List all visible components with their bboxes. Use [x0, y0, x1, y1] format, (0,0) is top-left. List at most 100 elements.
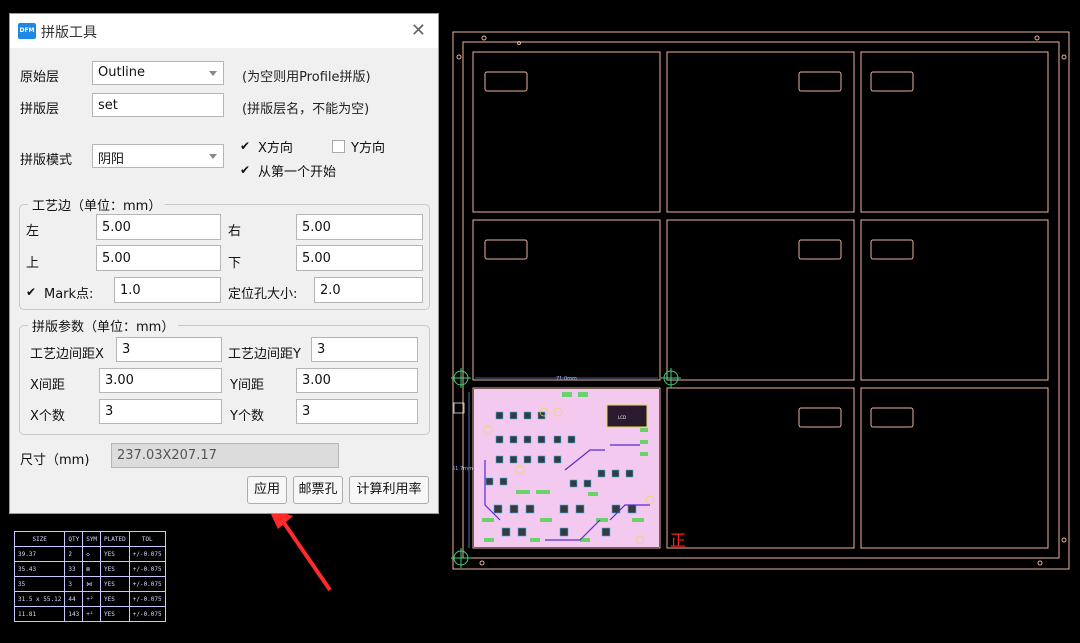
from-first-label: 从第一个开始 — [258, 165, 337, 180]
table-cell: YES — [100, 576, 130, 592]
hole-size-label: 定位孔大小: — [228, 287, 298, 302]
edge-x-label: 工艺边间距X — [30, 347, 104, 362]
mark-size-input[interactable] — [114, 277, 221, 303]
table-cell: YES — [100, 606, 130, 622]
x-direction-label: X方向 — [258, 141, 293, 156]
x-count-input[interactable] — [99, 399, 222, 424]
panel-layer-input[interactable] — [92, 93, 224, 117]
y-gap-input[interactable] — [296, 368, 418, 393]
right-margin-label: 右 — [228, 224, 242, 239]
table-row: 35.43 33 ⊠ YES +/-0.075 — [13, 561, 166, 577]
checkbox-checked-icon — [26, 285, 38, 299]
table-cell: 11.81 — [13, 606, 66, 622]
left-margin-input[interactable] — [96, 214, 221, 240]
panel-params-title: 拼版参数（单位：mm） — [28, 316, 179, 335]
table-header-cell: TOL — [128, 531, 166, 547]
title-bar[interactable]: DFM 拼版工具 ✕ — [10, 14, 438, 48]
edge-y-label: 工艺边间距Y — [228, 347, 301, 362]
mode-label: 拼版模式 — [20, 153, 73, 168]
mark-checkbox[interactable]: Mark点: — [26, 283, 93, 302]
hole-size-input[interactable] — [314, 277, 423, 303]
edge-x-input[interactable] — [116, 337, 222, 362]
table-cell: 31.5 x 55.12 — [13, 591, 66, 607]
table-cell: 33 — [64, 561, 84, 577]
x-count-label: X个数 — [30, 409, 65, 424]
populated-board: LCD — [474, 389, 659, 547]
mode-select[interactable]: 阴阳 — [92, 144, 224, 168]
right-margin-input[interactable] — [296, 214, 423, 240]
margin-group-title: 工艺边（单位：mm） — [28, 195, 166, 214]
table-cell: 3 — [64, 576, 84, 592]
size-field — [111, 443, 339, 468]
stamp-hole-button[interactable]: 邮票孔 — [293, 476, 343, 504]
table-header-cell: SIZE — [13, 531, 66, 547]
table-cell: 35 — [13, 576, 66, 592]
drill-table: SIZE QTY SYM PLATED TOL 39.37 2 ◇ YES +/-0.0… — [13, 531, 166, 622]
from-first-checkbox[interactable]: 从第一个开始 — [240, 161, 336, 180]
table-cell: +/-0.075 — [128, 591, 166, 607]
chevron-down-icon — [209, 71, 217, 76]
y-gap-label: Y间距 — [230, 378, 264, 393]
table-cell: +/-0.075 — [128, 606, 166, 622]
apply-button[interactable]: 应用 — [247, 476, 287, 504]
x-gap-input[interactable] — [99, 368, 222, 393]
close-icon[interactable]: ✕ — [411, 20, 426, 41]
svg-text:71.0mm: 71.0mm — [556, 376, 577, 382]
panelize-dialog: DFM 拼版工具 ✕ 原始层 Outline (为空则用Profile拼版) 拼… — [9, 13, 439, 514]
y-count-label: Y个数 — [230, 409, 264, 424]
table-cell: 44 — [64, 591, 84, 607]
table-cell: 35.43 — [13, 561, 66, 577]
table-cell: +/-0.075 — [128, 576, 166, 592]
table-cell: 39.37 — [13, 546, 66, 562]
y-count-input[interactable] — [296, 399, 418, 424]
table-cell: +² — [82, 591, 102, 607]
x-gap-label: X间距 — [30, 378, 65, 393]
table-cell: YES — [100, 591, 130, 607]
table-cell: YES — [100, 561, 130, 577]
checkbox-checked-icon — [240, 139, 252, 153]
table-row: 35 3 ⋈ YES +/-0.075 — [13, 576, 166, 592]
pointer-arrow — [268, 508, 332, 592]
size-label: 尺寸（mm) — [20, 453, 90, 468]
bottom-margin-label: 下 — [228, 256, 242, 271]
source-layer-label: 原始层 — [20, 70, 60, 85]
table-header-cell: SYM — [82, 531, 102, 547]
top-margin-input[interactable] — [96, 245, 221, 271]
app-logo-icon: DFM — [18, 23, 36, 39]
table-cell: ⊠ — [82, 561, 102, 577]
drill-table-header: SIZE QTY SYM PLATED TOL — [13, 531, 166, 547]
source-layer-hint: (为空则用Profile拼版) — [242, 70, 371, 85]
source-layer-value: Outline — [98, 65, 146, 80]
table-header-cell: PLATED — [100, 531, 130, 547]
checkbox-checked-icon — [240, 163, 252, 177]
mode-value: 阴阳 — [98, 152, 125, 167]
dialog-title: 拼版工具 — [41, 25, 97, 41]
y-direction-checkbox[interactable]: Y方向 — [332, 137, 385, 156]
panel-layer-label: 拼版层 — [20, 102, 60, 117]
svg-text:51.7mm: 51.7mm — [452, 466, 473, 472]
table-row: 11.81 143 +¹ YES +/-0.075 — [13, 606, 166, 622]
left-margin-label: 左 — [26, 224, 40, 239]
table-cell: +/-0.075 — [128, 561, 166, 577]
table-cell: YES — [100, 546, 130, 562]
table-cell: +/-0.075 — [128, 546, 166, 562]
front-side-mark: 正 — [670, 531, 686, 550]
panel-layer-hint: (拼版层名，不能为空) — [242, 102, 370, 117]
checkbox-unchecked-icon — [332, 140, 345, 153]
edge-y-input[interactable] — [311, 337, 418, 362]
mark-label: Mark点: — [44, 287, 94, 302]
calc-utilization-button[interactable]: 计算利用率 — [349, 476, 429, 504]
table-cell: ◇ — [82, 546, 102, 562]
source-layer-select[interactable]: Outline — [92, 61, 224, 85]
bottom-margin-input[interactable] — [296, 245, 423, 271]
table-header-cell: QTY — [64, 531, 84, 547]
table-cell: 2 — [64, 546, 84, 562]
table-row: 31.5 x 55.12 44 +² YES +/-0.075 — [13, 591, 166, 607]
top-margin-label: 上 — [26, 256, 40, 271]
y-direction-label: Y方向 — [351, 141, 385, 156]
table-cell: ⋈ — [82, 576, 102, 592]
chevron-down-icon — [209, 154, 217, 159]
table-cell: 143 — [64, 606, 84, 622]
table-row: 39.37 2 ◇ YES +/-0.075 — [13, 546, 166, 562]
x-direction-checkbox[interactable]: X方向 — [240, 137, 293, 156]
